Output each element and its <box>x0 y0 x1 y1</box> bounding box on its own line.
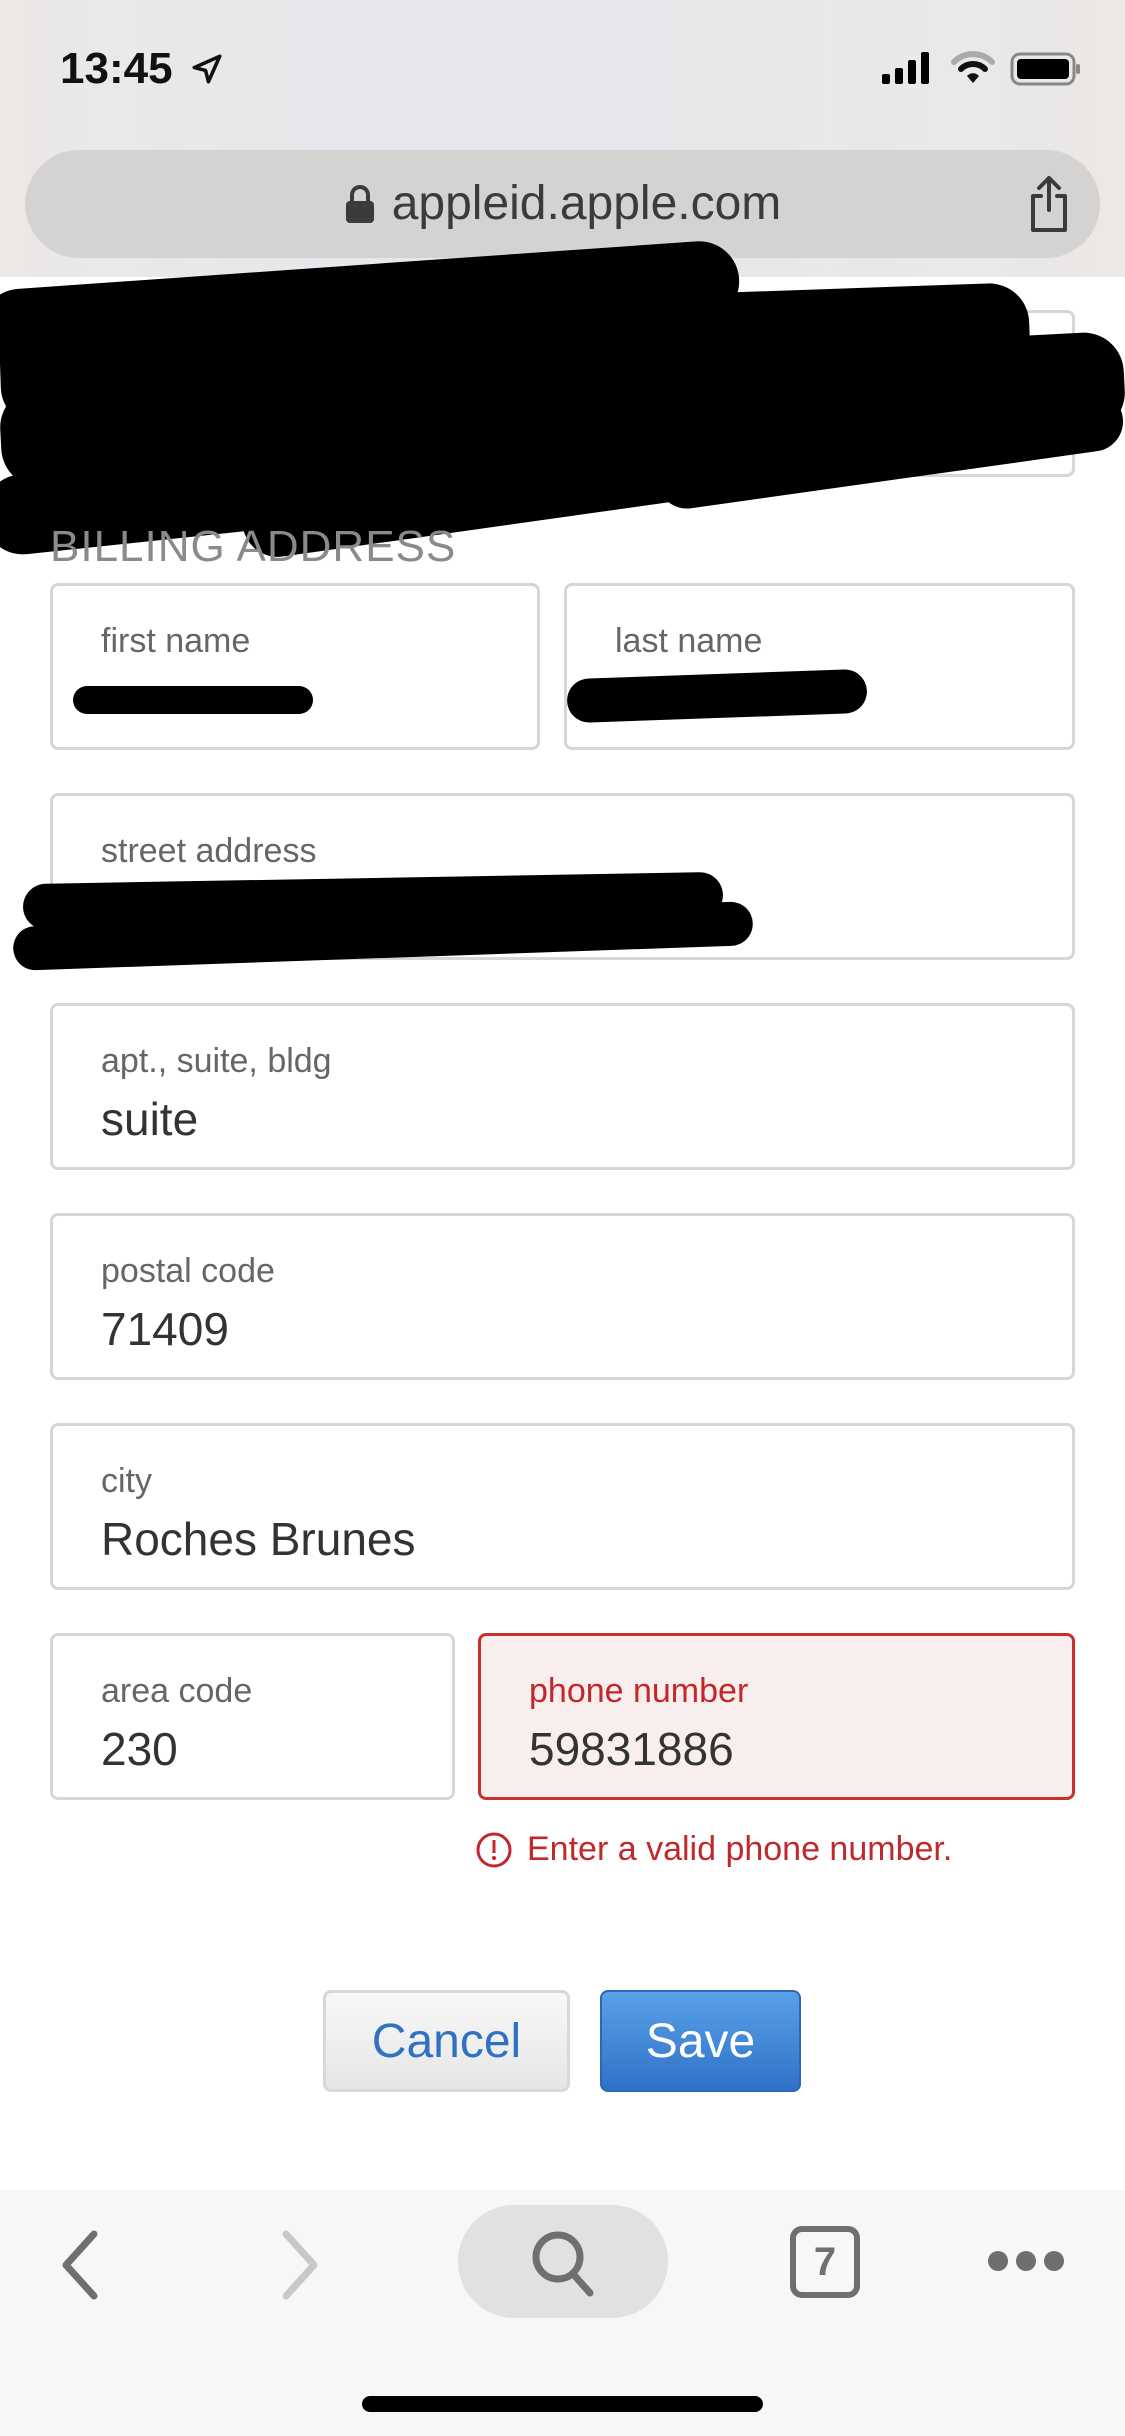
location-arrow-icon <box>192 54 222 84</box>
section-title: BILLING ADDRESS <box>50 522 457 571</box>
field-label: last name <box>615 622 763 660</box>
phone-error-message: Enter a valid phone number. <box>475 1830 952 1869</box>
more-icon[interactable] <box>986 2248 1066 2274</box>
url-label: appleid.apple.com <box>391 177 782 230</box>
home-indicator[interactable] <box>362 2396 763 2412</box>
street-address-field[interactable]: street address <box>12 793 1075 971</box>
field-label: area code <box>101 1672 253 1710</box>
area-code-field[interactable]: area code 230 <box>50 1633 455 1800</box>
signal-icon <box>882 52 929 84</box>
redaction-scribble <box>566 668 868 724</box>
apt-field[interactable]: apt., suite, bldg suite <box>50 1003 1075 1170</box>
browser-header: 13:45 appleid.apple.com <box>0 0 1125 277</box>
search-icon <box>532 2231 594 2297</box>
redaction-scribble <box>73 686 313 714</box>
wifi-icon <box>951 51 995 83</box>
status-time: 13:45 <box>60 44 173 93</box>
field-value: Roches Brunes <box>101 1513 416 1565</box>
field-label: street address <box>101 832 317 870</box>
tabs-count: 7 <box>813 2239 837 2284</box>
search-button[interactable] <box>458 2205 668 2318</box>
city-field[interactable]: city Roches Brunes <box>50 1423 1075 1590</box>
field-label: postal code <box>101 1252 275 1290</box>
lock-icon <box>345 185 374 223</box>
field-label: city <box>101 1462 152 1500</box>
field-value: 230 <box>101 1723 178 1775</box>
cancel-button[interactable]: Cancel <box>323 1990 570 2092</box>
battery-icon <box>1010 52 1080 86</box>
error-icon <box>476 1832 512 1867</box>
address-bar[interactable]: appleid.apple.com <box>25 150 1100 258</box>
postal-code-field[interactable]: postal code 71409 <box>50 1213 1075 1380</box>
field-label: apt., suite, bldg <box>101 1042 332 1080</box>
phone-number-field[interactable]: phone number 59831886 <box>478 1633 1075 1800</box>
forward-icon[interactable] <box>278 2230 322 2300</box>
back-icon[interactable] <box>58 2230 102 2300</box>
field-value: suite <box>101 1093 199 1145</box>
tabs-button[interactable]: 7 <box>790 2226 860 2298</box>
field-label: phone number <box>529 1672 749 1710</box>
field-label: first name <box>101 622 251 660</box>
error-text: Enter a valid phone number. <box>527 1830 953 1868</box>
first-name-field[interactable]: first name <box>50 583 540 750</box>
field-value: 59831886 <box>529 1723 734 1775</box>
field-value: 71409 <box>101 1303 229 1355</box>
last-name-field[interactable]: last name <box>564 583 1075 750</box>
save-button[interactable]: Save <box>600 1990 801 2092</box>
url-text[interactable]: appleid.apple.com <box>25 176 1100 231</box>
share-icon[interactable] <box>1025 174 1073 234</box>
